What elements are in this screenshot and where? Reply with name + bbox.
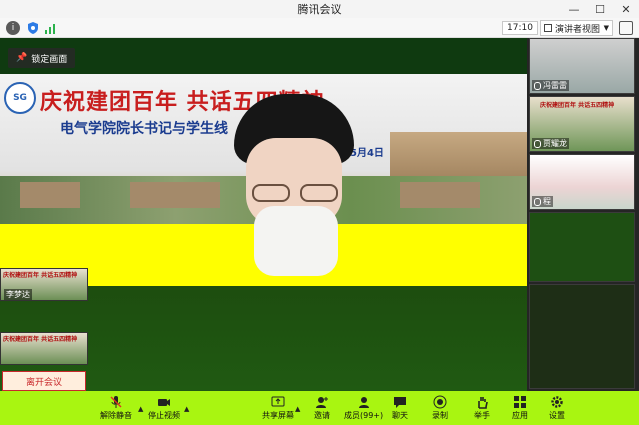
mic-icon (534, 197, 541, 206)
stop-video-label: 停止视频 (148, 411, 180, 420)
participant-thumb-text: 庆祝建团百年 共话五四精神 (540, 102, 615, 109)
apps-label: 应用 (512, 411, 528, 420)
participant-name: 程 (543, 197, 551, 206)
lock-screen-button[interactable]: 📌 锁定画面 (8, 48, 76, 68)
title-bar: 腾讯会议 — ☐ ✕ (0, 0, 639, 18)
face-mask-shape (254, 206, 338, 276)
view-mode-label: 演讲者视图 (555, 24, 601, 35)
raise-hand-button[interactable]: 举手 (474, 391, 490, 425)
participant-tile[interactable]: 庆祝建团百年 共话五四精神 贾耀龙 (529, 96, 635, 152)
participant-panel: 冯雷雷 庆祝建团百年 共话五四精神 贾耀龙 程 (527, 38, 639, 391)
participant-tile[interactable]: 冯雷雷 (529, 38, 635, 94)
school-logo: SG (4, 82, 36, 114)
members-icon (357, 395, 371, 409)
gear-icon (550, 395, 564, 409)
chat-button[interactable]: 聊天 (392, 391, 408, 425)
raise-hand-label: 举手 (474, 411, 490, 420)
record-label: 录制 (432, 411, 448, 420)
mic-icon (534, 139, 541, 148)
participant-name: 冯雷雷 (543, 81, 567, 90)
members-button[interactable]: 成员(99+) (344, 391, 383, 425)
invite-button[interactable]: 邀请 (314, 391, 330, 425)
window-controls: — ☐ ✕ (561, 0, 639, 18)
participant-name-left: 李梦达 (4, 289, 32, 300)
add-user-icon (315, 395, 329, 409)
layout-icon (544, 24, 552, 32)
minimize-button[interactable]: — (561, 0, 587, 18)
mic-icon (534, 81, 541, 90)
share-screen-label: 共享屏幕 (262, 411, 294, 420)
unmute-button[interactable]: 解除静音 (100, 391, 132, 425)
close-button[interactable]: ✕ (613, 0, 639, 18)
chevron-up-icon[interactable]: ▲ (184, 405, 189, 413)
chat-icon (393, 395, 407, 409)
hand-icon (475, 395, 489, 409)
record-button[interactable]: 录制 (432, 391, 448, 425)
chevron-up-icon[interactable]: ▲ (138, 405, 143, 413)
participant-tile[interactable] (529, 284, 635, 389)
apps-button[interactable]: 应用 (512, 391, 528, 425)
glasses-shape (252, 184, 338, 202)
view-mode-select[interactable]: 演讲者视图 ▼ (540, 20, 613, 36)
info-icon[interactable]: i (6, 21, 20, 35)
chat-label: 聊天 (392, 411, 408, 420)
share-screen-icon (271, 395, 285, 409)
meeting-timer: 17:10 (502, 21, 538, 35)
chevron-down-icon: ▼ (603, 24, 609, 32)
window-title: 腾讯会议 (297, 3, 342, 16)
speaker-video (234, 94, 354, 391)
stop-video-button[interactable]: 停止视频 (148, 391, 180, 425)
record-icon (433, 395, 447, 409)
signal-icon[interactable] (44, 21, 58, 35)
left-thumbnail-text: 庆祝建团百年 共话五四精神 (3, 272, 78, 279)
members-label: 成员(99+) (344, 411, 384, 420)
fullscreen-icon[interactable] (619, 21, 633, 35)
share-screen-button[interactable]: 共享屏幕 (262, 391, 294, 425)
chevron-up-icon[interactable]: ▲ (295, 405, 300, 413)
invite-label: 邀请 (314, 411, 330, 420)
pin-icon: 📌 (16, 53, 28, 63)
participant-tile[interactable]: 程 (529, 154, 635, 210)
participant-name: 贾耀龙 (543, 139, 567, 148)
leave-meeting-button[interactable]: 离开会议 (2, 371, 86, 391)
meeting-toolbar: 解除静音 ▲ 停止视频 ▲ 共享屏幕 ▲ 邀请 成员(99+) 聊天 录制 举手… (0, 391, 639, 425)
meeting-status-bar: i 17:10 演讲者视图 ▼ (0, 18, 639, 38)
unmute-label: 解除静音 (100, 411, 132, 420)
slide-subline: 电气学院院长书记与学生线 (60, 121, 228, 137)
camera-icon (157, 395, 171, 409)
participant-tile[interactable] (529, 212, 635, 282)
maximize-button[interactable]: ☐ (587, 0, 613, 18)
lock-screen-label: 锁定画面 (31, 54, 68, 65)
left-thumbnail-text: 庆祝建团百年 共话五四精神 (3, 336, 78, 343)
microphone-muted-icon (109, 395, 123, 409)
apps-grid-icon (513, 395, 527, 409)
left-thumbnail[interactable]: 庆祝建团百年 共话五四精神 (0, 332, 88, 365)
left-thumbnail-strip: 庆祝建团百年 共话五四精神 庆祝建团百年 共话五四精神 (0, 262, 90, 365)
settings-button[interactable]: 设置 (549, 391, 565, 425)
settings-label: 设置 (549, 411, 565, 420)
shield-icon[interactable] (26, 21, 40, 35)
